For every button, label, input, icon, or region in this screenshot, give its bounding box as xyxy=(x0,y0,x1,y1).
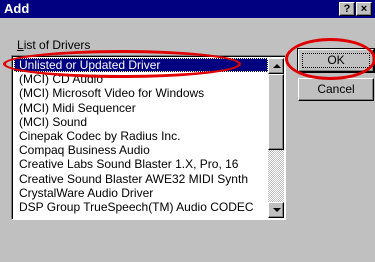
focus-rectangle xyxy=(302,53,370,68)
add-dialog: Add ? × List of Drivers Unlisted or Upda… xyxy=(0,0,375,262)
list-item[interactable]: Creative Labs Sound Blaster 1.X, Pro, 16 xyxy=(14,157,268,171)
scroll-down-button[interactable] xyxy=(268,202,284,218)
dialog-title: Add xyxy=(4,1,30,16)
title-bar[interactable]: Add ? × xyxy=(0,0,375,18)
cancel-button[interactable]: Cancel xyxy=(298,78,374,101)
list-item[interactable]: DSP Group TrueSpeech(TM) Audio CODEC xyxy=(14,200,268,214)
scrollbar-thumb[interactable] xyxy=(268,74,284,150)
list-item[interactable]: Cinepak Codec by Radius Inc. xyxy=(14,129,268,143)
close-button[interactable]: × xyxy=(356,2,372,16)
list-item[interactable]: (MCI) Microsoft Video for Windows xyxy=(14,86,268,100)
list-item[interactable]: Compaq Business Audio xyxy=(14,143,268,157)
list-item[interactable]: (MCI) Sound xyxy=(14,115,268,129)
label-mnemonic: L xyxy=(17,38,24,52)
list-item[interactable]: CrystalWare Audio Driver xyxy=(14,186,268,200)
label-text: ist of Drivers xyxy=(23,38,91,52)
list-of-drivers-label: List of Drivers xyxy=(17,38,90,52)
list-item[interactable]: (MCI) Midi Sequencer xyxy=(14,101,268,115)
arrow-down-icon xyxy=(273,208,281,212)
drivers-list: Unlisted or Updated Driver (MCI) CD Audi… xyxy=(14,58,268,214)
ok-button[interactable]: OK xyxy=(297,48,375,73)
arrow-up-icon xyxy=(273,64,281,68)
help-button[interactable]: ? xyxy=(339,2,355,16)
scroll-up-button[interactable] xyxy=(268,58,284,74)
list-item[interactable]: (MCI) CD Audio xyxy=(14,72,268,86)
drivers-listbox[interactable]: Unlisted or Updated Driver (MCI) CD Audi… xyxy=(11,55,286,220)
vertical-scrollbar[interactable] xyxy=(268,58,284,218)
list-item-selected[interactable]: Unlisted or Updated Driver xyxy=(14,58,268,73)
list-item[interactable]: Creative Sound Blaster AWE32 MIDI Synth xyxy=(14,172,268,186)
